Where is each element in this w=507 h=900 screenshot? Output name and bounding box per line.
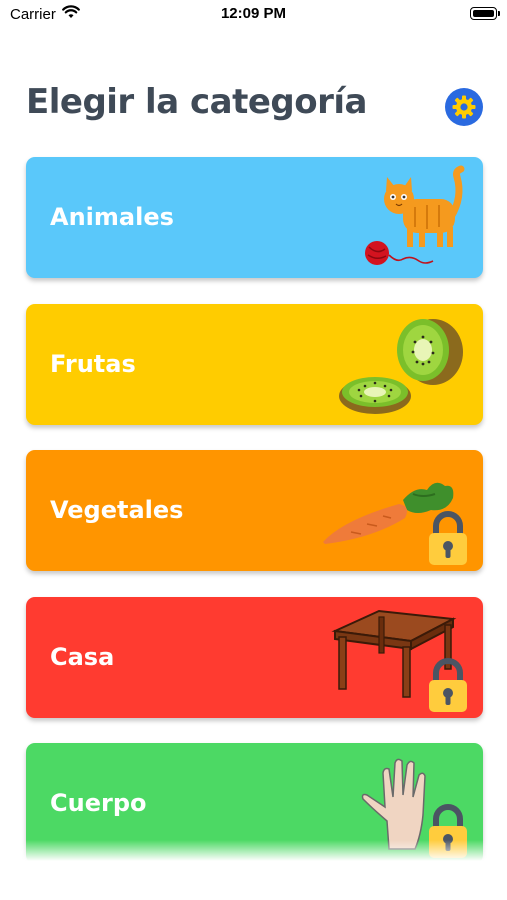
scroll-fade: [0, 840, 507, 900]
lock-icon: [427, 656, 469, 714]
lock-icon: [427, 509, 469, 567]
kiwi-icon: [303, 304, 483, 425]
category-label: Frutas: [50, 350, 136, 378]
cat-icon: [303, 157, 483, 278]
category-label: Vegetales: [50, 496, 184, 524]
category-label: Casa: [50, 643, 115, 671]
category-card-vegetales[interactable]: Vegetales: [26, 450, 483, 571]
page-title: Elegir la categoría: [26, 82, 367, 122]
gear-icon: [452, 95, 476, 119]
category-card-frutas[interactable]: Frutas: [26, 304, 483, 425]
battery-icon: [470, 7, 500, 20]
status-bar: Carrier 12:09 PM: [0, 0, 507, 30]
settings-button[interactable]: [445, 88, 483, 126]
category-card-casa[interactable]: Casa: [26, 597, 483, 718]
status-time: 12:09 PM: [220, 5, 287, 22]
category-card-animales[interactable]: Animales: [26, 157, 483, 278]
category-label: Animales: [50, 203, 174, 231]
